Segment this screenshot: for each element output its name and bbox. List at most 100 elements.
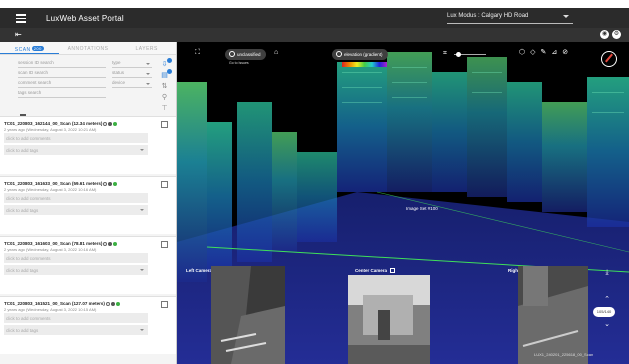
secondary-toolbar: ⇤ ◉ ⚙ [0,28,629,42]
left-camera-image[interactable] [211,266,285,364]
center-camera-label[interactable]: Center Camera [355,268,396,273]
center-camera-image[interactable] [348,275,430,364]
app-title: LuxWeb Asset Portal [46,13,124,23]
go-to-issues-link[interactable]: Go to Issues [229,61,249,65]
center-camera-title: Center Camera [355,268,388,273]
status-select[interactable]: status [112,70,152,78]
download-camera-icon[interactable]: ⤓ [602,268,612,278]
info-icon[interactable] [105,301,110,306]
info-icon[interactable] [103,181,108,186]
comment-field[interactable]: click to add comments [4,133,148,143]
home-icon[interactable]: ⌂ [274,49,278,56]
check-icon [113,241,118,246]
scan-checkbox[interactable] [161,181,168,188]
eye-icon[interactable]: ◉ [600,30,609,39]
notification-dot [167,69,172,74]
tags-field[interactable]: click to add tags [4,265,148,275]
cloud-icon [229,51,235,57]
app-bar: LuxWeb Asset Portal Lux Modus : Calgary … [0,8,629,28]
center-camera-photo [348,275,430,364]
comment-field[interactable]: click to add comments [4,313,148,323]
tags-search[interactable]: tags search [18,90,106,98]
scan-date: 2 years ago (Wednesday, August 3, 2022 1… [4,187,97,192]
point-size-icon[interactable]: ⌗ [443,50,447,58]
scan-name: TC01_220803_161521_00_Scan (127.07 meter… [4,301,105,306]
scan-checkbox[interactable] [161,121,168,128]
filters: session ID search type scan ID search st… [0,55,176,121]
scan-name: TC01_220803_161603_00_Scan (78.81 meters… [4,241,103,246]
measure-icon[interactable]: ⊿ [551,48,557,56]
session-id-search[interactable]: session ID search [18,60,106,68]
open-external-icon[interactable] [390,268,396,273]
menu-icon[interactable] [16,13,30,23]
image-icon[interactable] [108,121,113,126]
image-icon[interactable] [108,241,113,246]
layers-icon[interactable]: ▤ [160,69,172,80]
scan-date: 2 years ago (Wednesday, August 3, 2022 1… [4,127,97,132]
comment-field[interactable]: click to add comments [4,193,148,203]
device-select[interactable]: device [112,80,152,88]
type-select[interactable]: type [112,60,152,68]
tab-layers-label: LAYERS [135,46,158,52]
scan-name: TC01_220803_162144_00_Scan (12.34 meters… [4,121,103,126]
scan-date: 2 years ago (Wednesday, August 3, 2022 1… [4,247,97,252]
clear-filter-icon[interactable]: ⊤ [160,104,169,113]
sort-icon[interactable]: ⇅ [160,82,169,91]
scan-list-item[interactable]: TC01_220803_162144_00_Scan (12.34 meters… [0,116,176,174]
current-scan-id: LUX1_240201_225618_00_Scan [534,352,594,357]
scan-name: TC01_220803_161633_00_Scan (59.61 meters… [4,181,103,186]
scan-list-item[interactable]: TC01_220803_161633_00_Scan (59.61 meters… [0,176,176,234]
tags-field[interactable]: click to add tags [4,325,148,335]
download-icon[interactable]: ⇩ [160,58,172,69]
right-camera-photo [518,266,588,364]
comment-field[interactable]: click to add comments [4,253,148,263]
tags-field[interactable]: click to add tags [4,205,148,215]
scan-list-item[interactable]: TC01_220803_161603_00_Scan (78.81 meters… [0,236,176,294]
right-camera-image[interactable] [518,266,588,364]
chevron-down-icon[interactable]: ⌄ [602,320,612,330]
collapse-panel-icon[interactable]: ⇤ [15,30,22,39]
clear-icon[interactable]: ⊘ [562,48,568,56]
project-select[interactable]: Lux Modus : Calgary HD Road [447,12,573,24]
pencil-icon[interactable]: ✎ [541,48,547,56]
chevron-down-icon [563,15,569,18]
info-icon[interactable] [103,121,108,126]
slider-thumb[interactable] [456,52,461,57]
palette-icon [336,51,342,57]
classification-select[interactable]: unclassified [225,49,266,60]
cube-icon[interactable]: ⬡ [519,48,525,56]
left-camera-photo [211,266,285,364]
tab-scan-label: SCAN [14,47,31,53]
scan-count-badge: 200 [31,46,44,51]
tab-scan[interactable]: SCAN 200 [0,42,59,54]
chevron-up-icon[interactable]: ⌃ [602,295,612,305]
tags-field[interactable]: click to add tags [4,145,148,155]
tab-annotations[interactable]: ANNOTATIONS [59,42,118,54]
scan-id-search[interactable]: scan ID search [18,70,106,78]
project-select-value: Lux Modus : Calgary HD Road [447,13,529,19]
filter-icon[interactable]: ⚲ [160,93,169,102]
check-icon [115,301,120,306]
scan-checkbox[interactable] [161,301,168,308]
point-cloud-viewer[interactable]: unclassified Go to Issues elevation (gra… [177,42,629,364]
compass-icon[interactable] [601,51,617,67]
scan-list-item[interactable]: TC01_220803_161521_00_Scan (127.07 meter… [0,296,176,354]
polygon-icon[interactable]: ◇ [530,48,535,56]
tab-layers[interactable]: LAYERS [117,42,176,54]
comment-search[interactable]: comment search [18,80,106,88]
image-icon[interactable] [108,181,113,186]
scan-checkbox[interactable] [161,241,168,248]
scan-panel: SCAN 200 ANNOTATIONS LAYERS session ID se… [0,42,177,364]
classification-value: unclassified [237,52,261,57]
check-icon [113,181,118,186]
check-icon [113,121,118,126]
image-counter: 105/140 [593,307,615,317]
color-mode-select[interactable]: elevation (gradient) [332,49,388,60]
info-icon[interactable] [103,241,108,246]
image-icon[interactable] [110,301,115,306]
fullscreen-icon[interactable]: ⛶ [195,49,200,57]
panel-tabs: SCAN 200 ANNOTATIONS LAYERS [0,42,176,55]
scan-date: 2 years ago (Wednesday, August 3, 2022 1… [4,307,97,312]
notification-dot [167,58,172,63]
settings-icon[interactable]: ⚙ [612,30,621,39]
